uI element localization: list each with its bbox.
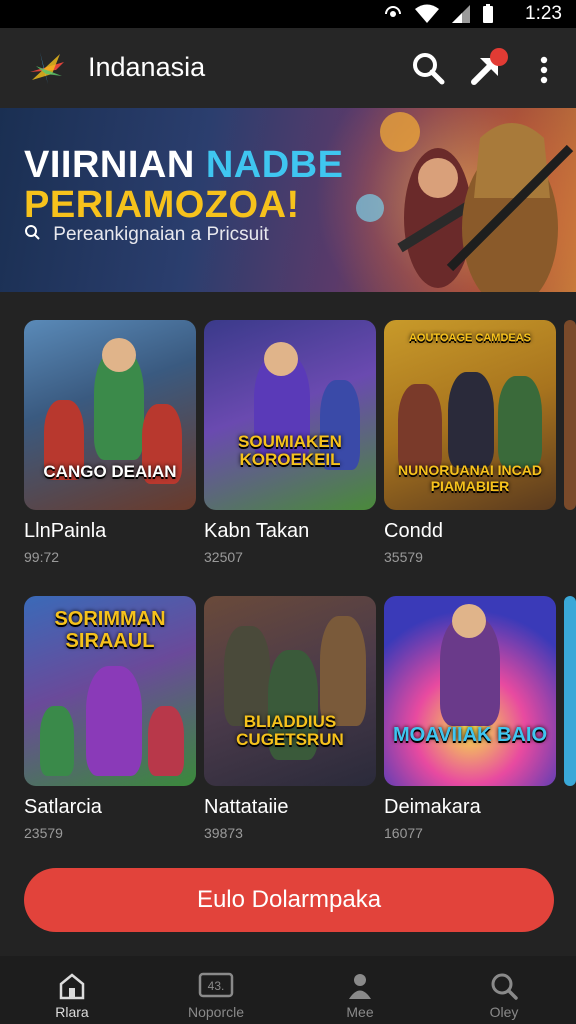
signal-icon [452, 5, 470, 23]
game-card[interactable]: AOUTOAGE CAMDEAS NUNORUANAI INCAD PIAMAB… [384, 320, 556, 565]
game-thumbnail-subtitle: AOUTOAGE CAMDEAS [408, 332, 532, 344]
search-small-icon [25, 225, 40, 240]
game-count: 39873 [204, 825, 243, 841]
game-thumbnail[interactable] [564, 596, 576, 786]
game-thumbnail[interactable]: MOAVIIAK BAIO [384, 596, 556, 786]
banner-title-line2: PERIAMOZOA! [24, 184, 300, 226]
game-count: 23579 [24, 825, 63, 841]
game-name: Kabn Takan [204, 520, 310, 542]
game-card-partial[interactable] [564, 596, 576, 786]
game-card[interactable]: MOAVIIAK BAIO Deimakara 16077 [384, 596, 556, 841]
game-card[interactable]: BLIADDIUS CUGETSRUN Nattataiie 39873 [204, 596, 376, 841]
status-time: 1:23 [525, 3, 562, 24]
game-name: Satlarcia [24, 796, 102, 818]
banner-title-word1: VIIRNIAN [24, 144, 195, 186]
game-thumbnail-title: SOUMIAKEN KOROEKEIL [238, 431, 342, 470]
game-count: 35579 [384, 549, 423, 565]
game-thumbnail[interactable]: CANGO DEAIAN [24, 320, 196, 510]
nav-item-home[interactable]: Rlara [0, 956, 144, 1024]
game-thumbnail[interactable]: SORIMMAN SIRAAUL [24, 596, 196, 786]
game-count: 16077 [384, 825, 423, 841]
game-name: LlnPainla [24, 520, 107, 542]
wifi-icon [415, 4, 439, 23]
nav-item-profile[interactable]: Mee [288, 956, 432, 1024]
home-icon [59, 973, 85, 1000]
nav-item-search[interactable]: Oley [432, 956, 576, 1024]
status-bar: 1:23 [0, 0, 576, 28]
nav-label: Rlara [55, 1004, 89, 1020]
banner-title-line1: VIIRNIAN NADBE [24, 144, 343, 187]
game-thumbnail-title: CANGO DEAIAN [43, 462, 177, 482]
battery-icon [483, 4, 493, 23]
primary-cta-button[interactable]: Eulo Dolarmpaka [24, 868, 554, 932]
app-title: Indanasia [88, 52, 206, 82]
game-thumbnail[interactable]: SOUMIAKEN KOROEKEIL [204, 320, 376, 510]
game-name: Condd [384, 520, 443, 542]
game-name: Nattataiie [204, 796, 289, 818]
status-icons [382, 4, 494, 24]
ticket-icon: 43. [198, 972, 234, 998]
bottom-nav: Rlara 43. Noporcle Mee Oley [0, 956, 576, 1024]
nav-item-ticket[interactable]: 43. Noporcle [144, 956, 288, 1024]
nav-label: Mee [346, 1004, 374, 1020]
more-vert-icon[interactable] [534, 54, 554, 86]
nav-label: Oley [489, 1004, 519, 1020]
notification-badge [490, 48, 508, 66]
game-count: 32507 [204, 549, 243, 565]
app-logo-icon [30, 52, 64, 84]
search-icon[interactable] [410, 50, 446, 86]
nav-label: Noporcle [187, 1004, 245, 1020]
banner-heroes-art [356, 112, 574, 292]
game-thumbnail-title: MOAVIIAK BAIO [392, 724, 548, 746]
game-card[interactable]: CANGO DEAIAN LlnPainla 99:72 [24, 320, 196, 565]
game-thumbnail-title: NUNORUANAI INCAD PIAMABIER [398, 462, 542, 494]
game-thumbnail-title: BLIADDIUS CUGETSRUN [236, 711, 344, 750]
svg-text:43.: 43. [208, 979, 225, 993]
game-thumbnail[interactable]: AOUTOAGE CAMDEAS NUNORUANAI INCAD PIAMAB… [384, 320, 556, 510]
game-card-partial[interactable] [564, 320, 576, 510]
banner-subtitle-row: Pereankignaian a Pricsuit [24, 224, 269, 246]
promo-banner[interactable]: VIIRNIAN NADBE PERIAMOZOA! Pereankignaia… [0, 108, 576, 292]
game-thumbnail[interactable] [564, 320, 576, 510]
person-icon [349, 974, 371, 999]
banner-title-word2: NADBE [205, 144, 344, 186]
game-card[interactable]: SOUMIAKEN KOROEKEIL Kabn Takan 32507 [204, 320, 376, 565]
app-bar: Indanasia [0, 28, 576, 108]
game-card[interactable]: SORIMMAN SIRAAUL Satlarcia 23579 [24, 596, 196, 841]
game-count: 99:72 [24, 549, 60, 565]
game-name: Deimakara [384, 796, 481, 818]
hotspot-icon [385, 6, 401, 17]
banner-subtitle: Pereankignaian a Pricsuit [53, 224, 269, 245]
game-thumbnail[interactable]: BLIADDIUS CUGETSRUN [204, 596, 376, 786]
game-thumbnail-title: SORIMMAN SIRAAUL [54, 608, 166, 652]
search-icon [491, 973, 518, 1000]
